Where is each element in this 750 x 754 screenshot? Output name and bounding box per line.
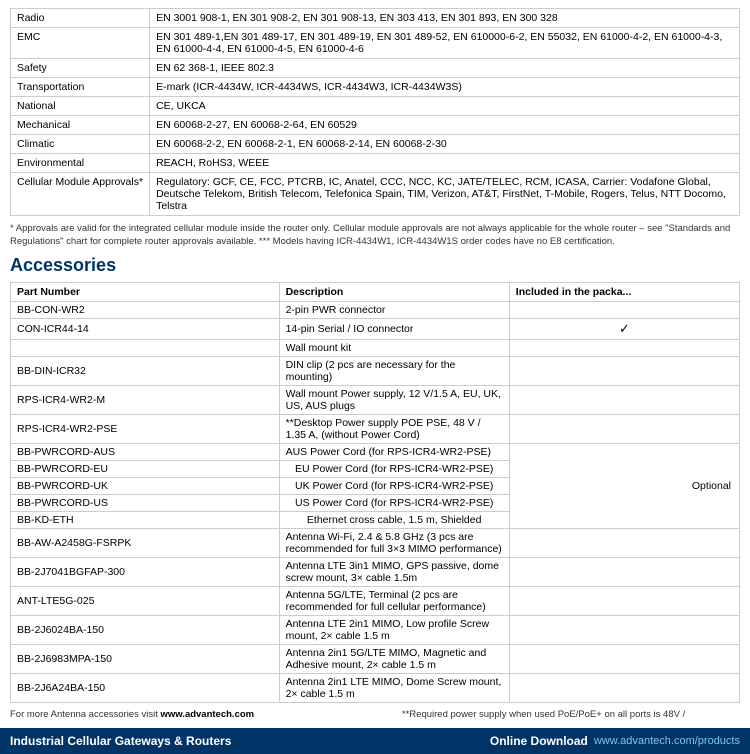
bottom-bar-website: www.advantech.com/products	[594, 735, 740, 747]
compliance-value: EN 60068-2-2, EN 60068-2-1, EN 60068-2-1…	[150, 135, 740, 154]
part-number: BB-KD-ETH	[11, 511, 280, 528]
accessories-col-header: Description	[279, 282, 509, 301]
compliance-label: Safety	[11, 59, 150, 78]
included-cell	[509, 414, 739, 443]
compliance-table: RadioEN 3001 908-1, EN 301 908-2, EN 301…	[10, 8, 740, 216]
description: Antenna 5G/LTE, Terminal (2 pcs are reco…	[279, 586, 509, 615]
included-cell	[509, 673, 739, 702]
online-download-label: Online Download	[490, 734, 588, 748]
table-row: BB-AW-A2458G-FSRPKAntenna Wi-Fi, 2.4 & 5…	[11, 528, 740, 557]
bottom-bar: Industrial Cellular Gateways & Routers O…	[0, 728, 750, 754]
table-row: ANT-LTE5G-025Antenna 5G/LTE, Terminal (2…	[11, 586, 740, 615]
checkmark-icon: ✓	[619, 321, 630, 336]
description: DIN clip (2 pcs are necessary for the mo…	[279, 356, 509, 385]
part-number: CON-ICR44-14	[11, 318, 280, 339]
description: 14-pin Serial / IO connector	[279, 318, 509, 339]
table-row: Wall mount kit	[11, 339, 740, 356]
table-row: BB-PWRCORD-AUSAUS Power Cord (for RPS-IC…	[11, 443, 740, 460]
compliance-label: Environmental	[11, 154, 150, 173]
included-cell: Optional	[509, 443, 739, 528]
accessories-table: Part NumberDescriptionIncluded in the pa…	[10, 282, 740, 703]
included-cell	[509, 339, 739, 356]
footer-website-link[interactable]: www.advantech.com	[160, 709, 254, 720]
footer-note: For more Antenna accessories visit www.a…	[10, 707, 740, 722]
part-number: BB-CON-WR2	[11, 301, 280, 318]
description: UK Power Cord (for RPS-ICR4-WR2-PSE)	[279, 477, 509, 494]
accessories-title: Accessories	[10, 255, 740, 276]
compliance-label: Cellular Module Approvals*	[11, 173, 150, 216]
description: Wall mount kit	[279, 339, 509, 356]
description: US Power Cord (for RPS-ICR4-WR2-PSE)	[279, 494, 509, 511]
main-wrapper: RadioEN 3001 908-1, EN 301 908-2, EN 301…	[0, 0, 750, 722]
accessories-col-header: Part Number	[11, 282, 280, 301]
part-number: BB-2J6A24BA-150	[11, 673, 280, 702]
accessories-col-header: Included in the packa...	[509, 282, 739, 301]
table-row: CON-ICR44-1414-pin Serial / IO connector…	[11, 318, 740, 339]
table-row: BB-2J6A24BA-150Antenna 2in1 LTE MIMO, Do…	[11, 673, 740, 702]
bottom-bar-middle: Online Download www.advantech.com/produc…	[490, 734, 740, 748]
table-row: BB-2J7041BGFAP-300Antenna LTE 3in1 MIMO,…	[11, 557, 740, 586]
included-cell	[509, 301, 739, 318]
compliance-label: National	[11, 97, 150, 116]
part-number: BB-PWRCORD-US	[11, 494, 280, 511]
part-number: BB-PWRCORD-UK	[11, 477, 280, 494]
compliance-value: EN 60068-2-27, EN 60068-2-64, EN 60529	[150, 116, 740, 135]
description: Antenna 2in1 LTE MIMO, Dome Screw mount,…	[279, 673, 509, 702]
compliance-value: REACH, RoHS3, WEEE	[150, 154, 740, 173]
part-number: BB-2J6983MPA-150	[11, 644, 280, 673]
part-number: RPS-ICR4-WR2-M	[11, 385, 280, 414]
table-row: BB-2J6983MPA-150Antenna 2in1 5G/LTE MIMO…	[11, 644, 740, 673]
compliance-value: CE, UKCA	[150, 97, 740, 116]
description: 2-pin PWR connector	[279, 301, 509, 318]
table-row: BB-2J6024BA-150Antenna LTE 2in1 MIMO, Lo…	[11, 615, 740, 644]
included-cell	[509, 557, 739, 586]
compliance-label: Radio	[11, 9, 150, 28]
included-cell	[509, 586, 739, 615]
description: **Desktop Power supply POE PSE, 48 V / 1…	[279, 414, 509, 443]
part-number: BB-AW-A2458G-FSRPK	[11, 528, 280, 557]
compliance-label: Climatic	[11, 135, 150, 154]
compliance-label: EMC	[11, 28, 150, 59]
part-number: ANT-LTE5G-025	[11, 586, 280, 615]
included-cell	[509, 356, 739, 385]
description: Wall mount Power supply, 12 V/1.5 A, EU,…	[279, 385, 509, 414]
part-number: BB-PWRCORD-AUS	[11, 443, 280, 460]
included-cell	[509, 528, 739, 557]
part-number	[11, 339, 280, 356]
description: Antenna 2in1 5G/LTE MIMO, Magnetic and A…	[279, 644, 509, 673]
compliance-value: EN 62 368-1, IEEE 802.3	[150, 59, 740, 78]
description: EU Power Cord (for RPS-ICR4-WR2-PSE)	[279, 460, 509, 477]
part-number: BB-PWRCORD-EU	[11, 460, 280, 477]
description: Antenna Wi-Fi, 2.4 & 5.8 GHz (3 pcs are …	[279, 528, 509, 557]
compliance-label: Transportation	[11, 78, 150, 97]
included-cell	[509, 615, 739, 644]
description: Ethernet cross cable, 1.5 m, Shielded	[279, 511, 509, 528]
compliance-value: Regulatory: GCF, CE, FCC, PTCRB, IC, Ana…	[150, 173, 740, 216]
table-row: RPS-ICR4-WR2-PSE**Desktop Power supply P…	[11, 414, 740, 443]
included-cell	[509, 644, 739, 673]
compliance-value: EN 301 489-1,EN 301 489-17, EN 301 489-1…	[150, 28, 740, 59]
compliance-note: * Approvals are valid for the integrated…	[10, 222, 740, 249]
included-cell	[509, 385, 739, 414]
table-row: BB-CON-WR22-pin PWR connector	[11, 301, 740, 318]
compliance-label: Mechanical	[11, 116, 150, 135]
compliance-value: E-mark (ICR-4434W, ICR-4434WS, ICR-4434W…	[150, 78, 740, 97]
table-row: BB-DIN-ICR32DIN clip (2 pcs are necessar…	[11, 356, 740, 385]
included-cell: ✓	[509, 318, 739, 339]
compliance-value: EN 3001 908-1, EN 301 908-2, EN 301 908-…	[150, 9, 740, 28]
bottom-bar-left: Industrial Cellular Gateways & Routers	[10, 734, 231, 748]
part-number: BB-2J6024BA-150	[11, 615, 280, 644]
table-row: RPS-ICR4-WR2-MWall mount Power supply, 1…	[11, 385, 740, 414]
description: Antenna LTE 2in1 MIMO, Low profile Screw…	[279, 615, 509, 644]
part-number: BB-DIN-ICR32	[11, 356, 280, 385]
description: AUS Power Cord (for RPS-ICR4-WR2-PSE)	[279, 443, 509, 460]
part-number: RPS-ICR4-WR2-PSE	[11, 414, 280, 443]
description: Antenna LTE 3in1 MIMO, GPS passive, dome…	[279, 557, 509, 586]
part-number: BB-2J7041BGFAP-300	[11, 557, 280, 586]
